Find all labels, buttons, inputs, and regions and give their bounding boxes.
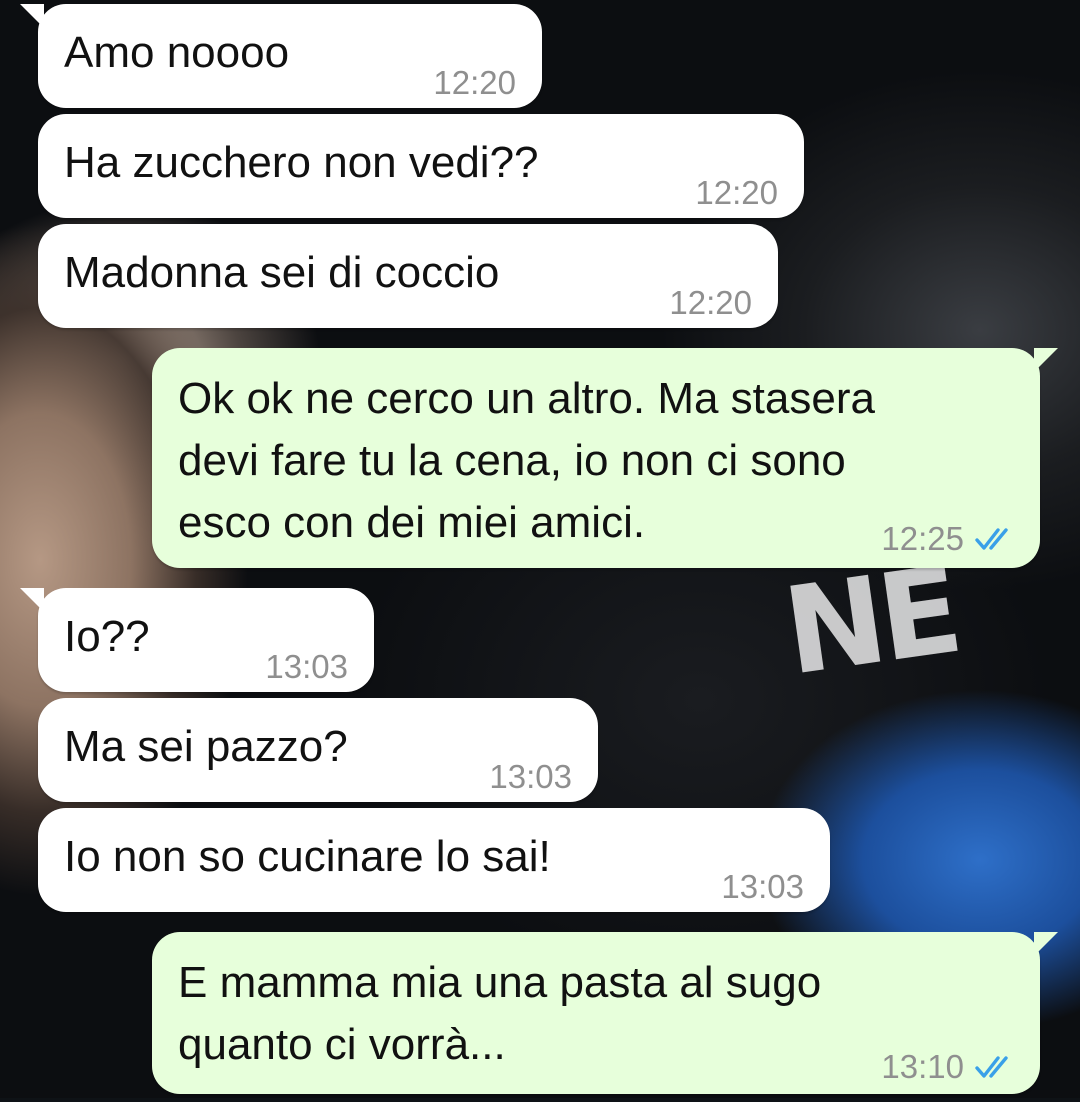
- message-bubble-incoming[interactable]: Madonna sei di coccio 12:20: [38, 224, 778, 328]
- message-bubble-incoming[interactable]: Ha zucchero non vedi?? 12:20: [38, 114, 804, 218]
- message-text: Ok ok ne cerco un altro. Ma stasera devi…: [178, 374, 875, 547]
- double-check-icon: [974, 1040, 1018, 1102]
- message-time: 13:03: [721, 868, 804, 905]
- bubble-tail: [1034, 348, 1058, 372]
- bubble-tail: [1034, 932, 1058, 956]
- message-text: Amo noooo: [64, 28, 290, 77]
- message-time: 12:25: [881, 508, 1018, 574]
- message-text: Madonna sei di coccio: [64, 248, 500, 297]
- message-time-label: 12:25: [881, 520, 964, 557]
- message-bubble-outgoing[interactable]: Ok ok ne cerco un altro. Ma stasera devi…: [152, 348, 1058, 568]
- message-text: Io??: [64, 612, 150, 661]
- message-time: 12:20: [669, 284, 752, 321]
- message-time: 13:03: [265, 648, 348, 685]
- message-bubble-incoming[interactable]: Amo noooo 12:20: [20, 4, 542, 108]
- wallpaper-logo: NE: [776, 541, 965, 703]
- message-text: Ha zucchero non vedi??: [64, 138, 539, 187]
- message-bubble-outgoing[interactable]: E mamma mia una pasta al sugo quanto ci …: [152, 932, 1058, 1094]
- message-time: 13:03: [489, 758, 572, 795]
- message-bubble-incoming[interactable]: Ma sei pazzo? 13:03: [38, 698, 598, 802]
- message-time: 13:10: [881, 1036, 1018, 1102]
- message-text: Io non so cucinare lo sai!: [64, 832, 551, 881]
- double-check-icon: [974, 512, 1018, 574]
- message-time: 12:20: [695, 174, 778, 211]
- message-text: Ma sei pazzo?: [64, 722, 348, 771]
- message-bubble-incoming[interactable]: Io?? 13:03: [20, 588, 374, 692]
- message-time-label: 13:10: [881, 1048, 964, 1085]
- bubble-tail: [20, 4, 44, 28]
- bubble-tail: [20, 588, 44, 612]
- message-text: E mamma mia una pasta al sugo quanto ci …: [178, 958, 822, 1069]
- message-time: 12:20: [433, 64, 516, 101]
- message-bubble-incoming[interactable]: Io non so cucinare lo sai! 13:03: [38, 808, 830, 912]
